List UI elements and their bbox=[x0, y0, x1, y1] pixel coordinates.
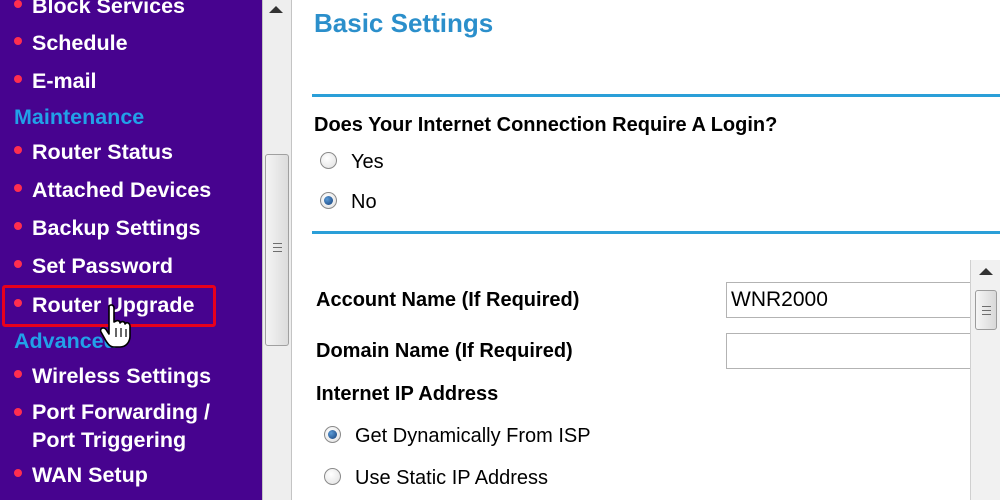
settings-form-frame: Account Name (If Required) Domain Name (… bbox=[310, 260, 1000, 500]
domain-name-input[interactable] bbox=[726, 333, 976, 369]
divider bbox=[312, 94, 1000, 97]
page-title: Basic Settings bbox=[314, 8, 494, 38]
nav-item-backup-settings[interactable]: Backup Settings bbox=[14, 214, 200, 242]
grip-line bbox=[273, 251, 282, 252]
grip-line bbox=[982, 310, 991, 311]
bullet-icon bbox=[14, 408, 22, 416]
scrollbar-thumb[interactable] bbox=[265, 154, 289, 346]
login-question: Does Your Internet Connection Require A … bbox=[314, 114, 778, 136]
nav-item-label-line2: Port Triggering bbox=[32, 428, 187, 452]
nav-item-email[interactable]: E-mail bbox=[14, 67, 97, 95]
bullet-icon bbox=[14, 469, 22, 478]
radio-unchecked-icon[interactable] bbox=[324, 468, 341, 486]
nav-item-router-status[interactable]: Router Status bbox=[14, 138, 173, 166]
scroll-up-arrow-icon[interactable] bbox=[979, 268, 993, 275]
section-heading-maintenance: Maintenance bbox=[14, 105, 145, 129]
grip-line bbox=[982, 306, 991, 307]
bullet-icon bbox=[14, 146, 22, 155]
scroll-up-arrow-icon[interactable] bbox=[269, 6, 283, 13]
radio-label-no: No bbox=[351, 191, 377, 213]
scrollbar-thumb[interactable] bbox=[975, 290, 997, 330]
radio-label-yes: Yes bbox=[351, 151, 384, 173]
form-scrollbar[interactable] bbox=[970, 260, 1000, 500]
account-name-input[interactable] bbox=[726, 282, 976, 318]
divider bbox=[312, 231, 1000, 234]
radio-checked-icon[interactable] bbox=[320, 192, 337, 210]
bullet-icon bbox=[14, 184, 22, 193]
sidebar-nav: Block Services Schedule E-mail Maintenan… bbox=[0, 0, 262, 500]
radio-label-static: Use Static IP Address bbox=[355, 467, 549, 489]
grip-line bbox=[273, 243, 282, 244]
grip-line bbox=[982, 314, 991, 315]
radio-checked-icon[interactable] bbox=[324, 426, 341, 444]
login-no-radio[interactable]: No bbox=[320, 191, 377, 214]
account-name-label: Account Name (If Required) bbox=[316, 289, 580, 311]
bullet-icon bbox=[14, 37, 22, 46]
bullet-icon bbox=[14, 260, 22, 269]
nav-item-wan-setup[interactable]: WAN Setup bbox=[14, 461, 148, 489]
ip-static-radio[interactable]: Use Static IP Address bbox=[324, 467, 548, 490]
bullet-icon bbox=[14, 0, 22, 9]
ip-dynamic-radio[interactable]: Get Dynamically From ISP bbox=[324, 425, 591, 448]
nav-item-block-services[interactable]: Block Services bbox=[14, 0, 185, 20]
nav-item-attached-devices[interactable]: Attached Devices bbox=[14, 176, 211, 204]
nav-item-wireless-settings[interactable]: Wireless Settings bbox=[14, 362, 211, 390]
internet-ip-label: Internet IP Address bbox=[316, 383, 499, 405]
nav-item-port-forwarding[interactable]: Port Forwarding / Port Triggering bbox=[14, 398, 210, 454]
domain-name-label: Domain Name (If Required) bbox=[316, 340, 573, 362]
bullet-icon bbox=[14, 222, 22, 231]
bullet-icon bbox=[14, 75, 22, 84]
radio-unchecked-icon[interactable] bbox=[320, 152, 337, 170]
grip-line bbox=[273, 247, 282, 248]
login-yes-radio[interactable]: Yes bbox=[320, 151, 384, 174]
nav-item-set-password[interactable]: Set Password bbox=[14, 252, 173, 280]
bullet-icon bbox=[14, 370, 22, 379]
hand-pointer-icon bbox=[100, 304, 131, 348]
radio-label-dynamic: Get Dynamically From ISP bbox=[355, 425, 591, 447]
nav-item-schedule[interactable]: Schedule bbox=[14, 29, 128, 57]
sidebar-scrollbar[interactable] bbox=[262, 0, 292, 500]
nav-item-label-line1: Port Forwarding / bbox=[32, 400, 210, 424]
